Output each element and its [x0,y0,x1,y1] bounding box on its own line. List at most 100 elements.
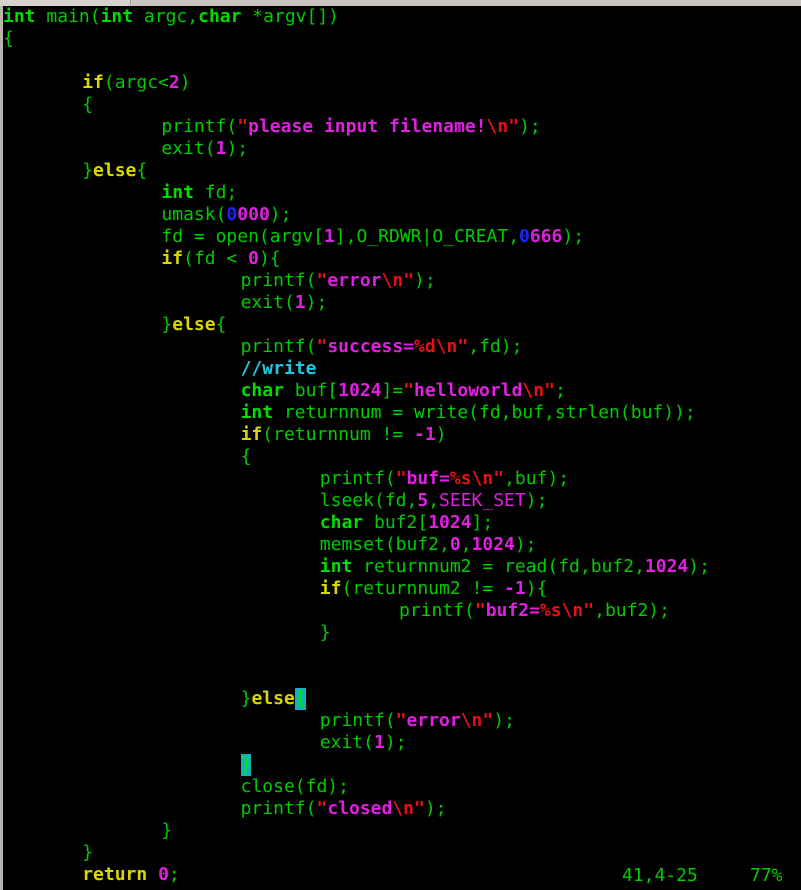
code-line[interactable]: int returnnum2 = read(fd,buf2,1024); [3,556,801,578]
code-line[interactable]: if(fd < 0){ [3,248,801,270]
token-num: 1024 [471,534,515,555]
token-quote: " [316,270,328,291]
code-line[interactable]: char buf2[1024]; [3,512,801,534]
token-num: 1024 [338,380,382,401]
token-plain: printf [240,798,306,819]
token-plain: ; [558,468,570,489]
code-line[interactable] [3,644,801,666]
code-line[interactable]: int main(int argc,char *argv[]) [3,6,801,28]
code-line[interactable]: } [3,754,801,776]
token-esc: %s [539,600,562,621]
code-line[interactable]: if(returnnum2 != -1){ [3,578,801,600]
code-line[interactable]: exit(1); [3,732,801,754]
code-line[interactable]: if(returnnum != -1) [3,424,801,446]
token-plain: buf[ [283,380,339,401]
terminal-screen[interactable]: int main(int argc,char *argv[]){ if(argc… [3,6,801,890]
token-plain: ) [514,534,526,555]
code-line[interactable]: //write [3,358,801,380]
code-line[interactable]: } [3,820,801,842]
code-line[interactable]: } [3,622,801,644]
token-num: 1 [294,292,306,313]
token-esc: \n [435,336,458,357]
code-line[interactable]: exit(1); [3,138,801,160]
token-quote: " [544,380,555,401]
token-num: 1024 [428,512,472,533]
code-line[interactable]: printf("buf=%s\n",buf); [3,468,801,490]
token-esc: \n [392,798,415,819]
code-line[interactable]: if(argc<2) [3,72,801,94]
token-plain: printf [240,336,306,357]
code-line[interactable]: close(fd); [3,776,801,798]
token-plain: buf2[ [363,512,429,533]
token-plain: ( [215,204,227,225]
token-plain: ) [688,556,700,577]
code-line[interactable]: printf("closed\n"); [3,798,801,820]
code-line[interactable]: char buf[1024]="helloworld\n"; [3,380,801,402]
token-str: error [327,270,382,291]
token-type: int [100,6,134,27]
token-brace: { [240,446,252,467]
code-line[interactable]: } [3,842,801,864]
token-num: 1 [323,226,335,247]
code-line[interactable]: printf("buf2=%s\n",buf2); [3,600,801,622]
code-line[interactable] [3,50,801,72]
code-line[interactable]: }else{ [3,314,801,336]
token-esc: \n [561,600,584,621]
code-line[interactable]: int fd; [3,182,801,204]
token-kw: else [172,314,216,335]
code-line[interactable]: int returnnum = write(fd,buf,strlen(buf)… [3,402,801,424]
token-plain: ; [525,534,537,555]
code-line[interactable]: memset(buf2,0,1024); [3,534,801,556]
token-plain: ; [280,204,292,225]
token-esc: \n [381,270,404,291]
token-str: closed [327,798,393,819]
token-plain: main [46,6,90,27]
token-plain: (returnnum2 != [341,578,505,599]
token-num: 000 [237,204,270,225]
code-line[interactable]: printf("error\n"); [3,270,801,292]
token-plain: ; [554,380,566,401]
token-plain: ) [493,710,505,731]
token-plain: ; [504,710,515,731]
token-brace: { [136,160,148,181]
code-line[interactable]: printf("success=%d\n",fd); [3,336,801,358]
token-plain: ) [435,424,447,445]
token-octpfx: 0 [519,226,530,247]
token-plain: ; [316,292,328,313]
code-line[interactable]: umask(0000); [3,204,801,226]
code-text-area[interactable]: int main(int argc,char *argv[]){ if(argc… [3,6,801,886]
code-line[interactable]: }else{ [3,160,801,182]
code-line[interactable]: printf("error\n"); [3,710,801,732]
token-esc: %d [414,336,436,357]
code-line[interactable]: exit(1); [3,292,801,314]
token-plain: printf [399,600,465,621]
token-plain: fd = open(argv[ [161,226,324,247]
token-quote: " [457,336,469,357]
token-plain: ) [258,248,270,269]
token-plain: ; [424,270,436,291]
code-line[interactable]: { [3,94,801,116]
token-quote: " [395,710,407,731]
cursor-position-indicator: 41,4-25 [622,865,698,886]
token-plain: , [428,490,440,511]
token-str: buf= [406,468,450,489]
token-num: - [414,424,425,445]
token-const: SEEK_SET [439,490,526,511]
token-plain: ) [562,226,574,247]
token-num: 666 [529,226,563,247]
code-line[interactable]: printf("please input filename!\n"); [3,116,801,138]
token-plain: returnnum2 = read(fd,buf2, [352,556,645,577]
token-kw: if [161,248,184,269]
code-line[interactable]: lseek(fd,5,SEEK_SET); [3,490,801,512]
code-line[interactable]: fd = open(argv[1],O_RDWR|O_CREAT,0666); [3,226,801,248]
code-line[interactable]: { [3,446,801,468]
token-plain: ; [338,776,349,797]
token-plain: memset(buf2, [319,534,450,555]
code-line[interactable]: }else{ [3,688,801,710]
code-line[interactable]: { [3,28,801,50]
token-quote: " [474,600,486,621]
token-plain: ( [89,6,101,27]
token-quote: " [403,380,415,401]
code-line[interactable] [3,666,801,688]
